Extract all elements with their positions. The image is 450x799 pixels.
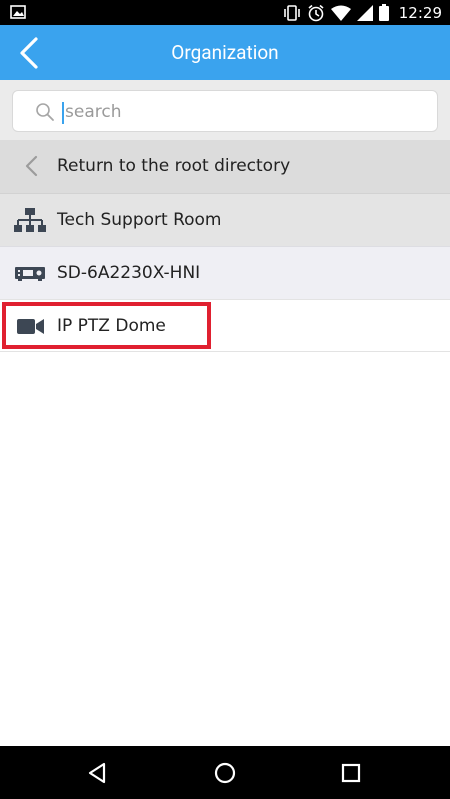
text-cursor [62,102,64,124]
battery-icon [378,4,389,21]
tree-item-label: SD-6A2230X-HNI [57,263,201,283]
dvr-icon [15,267,45,281]
home-circle-icon[interactable] [211,759,239,787]
wifi-icon [330,5,351,21]
app-bar: Organization [0,25,450,80]
return-root-row[interactable]: Return to the root directory [0,140,450,193]
alarm-icon [308,4,324,21]
return-root-label: Return to the root directory [57,156,291,176]
back-triangle-icon[interactable] [84,759,112,787]
organization-icon [14,208,46,232]
image-icon [10,5,26,19]
selection-highlight-box [2,302,211,349]
recents-square-icon[interactable] [337,759,365,787]
search-bar [0,80,450,140]
signal-icon [356,4,373,21]
status-bar: 12:29 [0,0,450,25]
tree-item-label: Tech Support Room [57,210,222,230]
tree-item-device[interactable]: SD-6A2230X-HNI [0,246,450,299]
chevron-left-icon [25,155,38,177]
search-input[interactable] [65,99,425,125]
status-time: 12:29 [398,3,442,22]
search-box[interactable] [12,90,438,132]
system-nav-bar [0,746,450,799]
vibrate-icon [283,4,300,21]
tree-item-tech-support-room[interactable]: Tech Support Room [0,193,450,246]
search-icon [36,103,54,121]
page-title: Organization [171,41,279,64]
